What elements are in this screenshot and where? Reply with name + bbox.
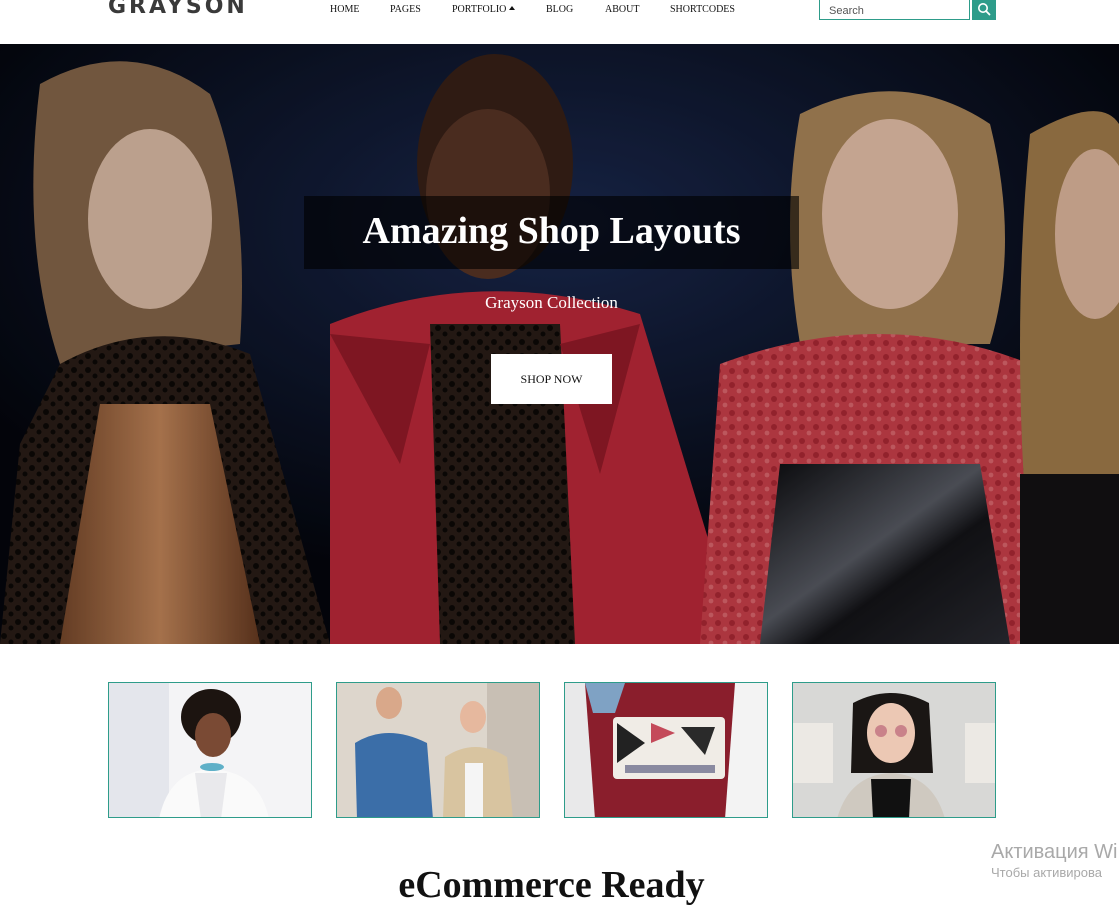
thumbnail-4[interactable] [792, 682, 996, 818]
nav-item-shortcodes[interactable]: SHORTCODES [670, 4, 735, 16]
site-logo[interactable]: GRAYSON [108, 0, 248, 20]
activation-watermark-title: Активация Wi [991, 841, 1118, 863]
search-icon [978, 3, 991, 16]
hero-banner [0, 44, 1119, 644]
thumbnail-1[interactable] [108, 682, 312, 818]
thumbnail-image-3 [565, 683, 767, 817]
section-title: eCommerce Ready [398, 864, 705, 906]
nav-item-pages[interactable]: PAGES [390, 4, 421, 16]
nav-item-portfolio[interactable]: PORTFOLIO [452, 4, 516, 16]
nav-item-about[interactable]: ABOUT [605, 4, 639, 16]
hero-overlay [0, 44, 1119, 644]
thumbnail-image-1 [109, 683, 311, 817]
hero-title-box: Amazing Shop Layouts [304, 196, 799, 269]
thumbnail-3[interactable] [564, 682, 768, 818]
nav-item-blog[interactable]: BLOG [546, 4, 573, 16]
hero-title: Amazing Shop Layouts [362, 210, 741, 252]
thumbnail-2[interactable] [336, 682, 540, 818]
nav-item-portfolio-label: PORTFOLIO [452, 4, 507, 15]
nav-item-home[interactable]: HOME [330, 4, 359, 16]
search-input[interactable] [819, 0, 970, 20]
search-button[interactable] [972, 0, 996, 20]
caret-up-icon [509, 6, 516, 10]
activation-watermark-subtitle: Чтобы активирова [991, 865, 1103, 880]
thumbnail-image-2 [337, 683, 539, 817]
shop-now-button[interactable]: SHOP NOW [491, 354, 612, 404]
hero-subtitle: Grayson Collection [485, 293, 618, 312]
thumbnail-image-4 [793, 683, 995, 817]
search-form [819, 0, 996, 20]
